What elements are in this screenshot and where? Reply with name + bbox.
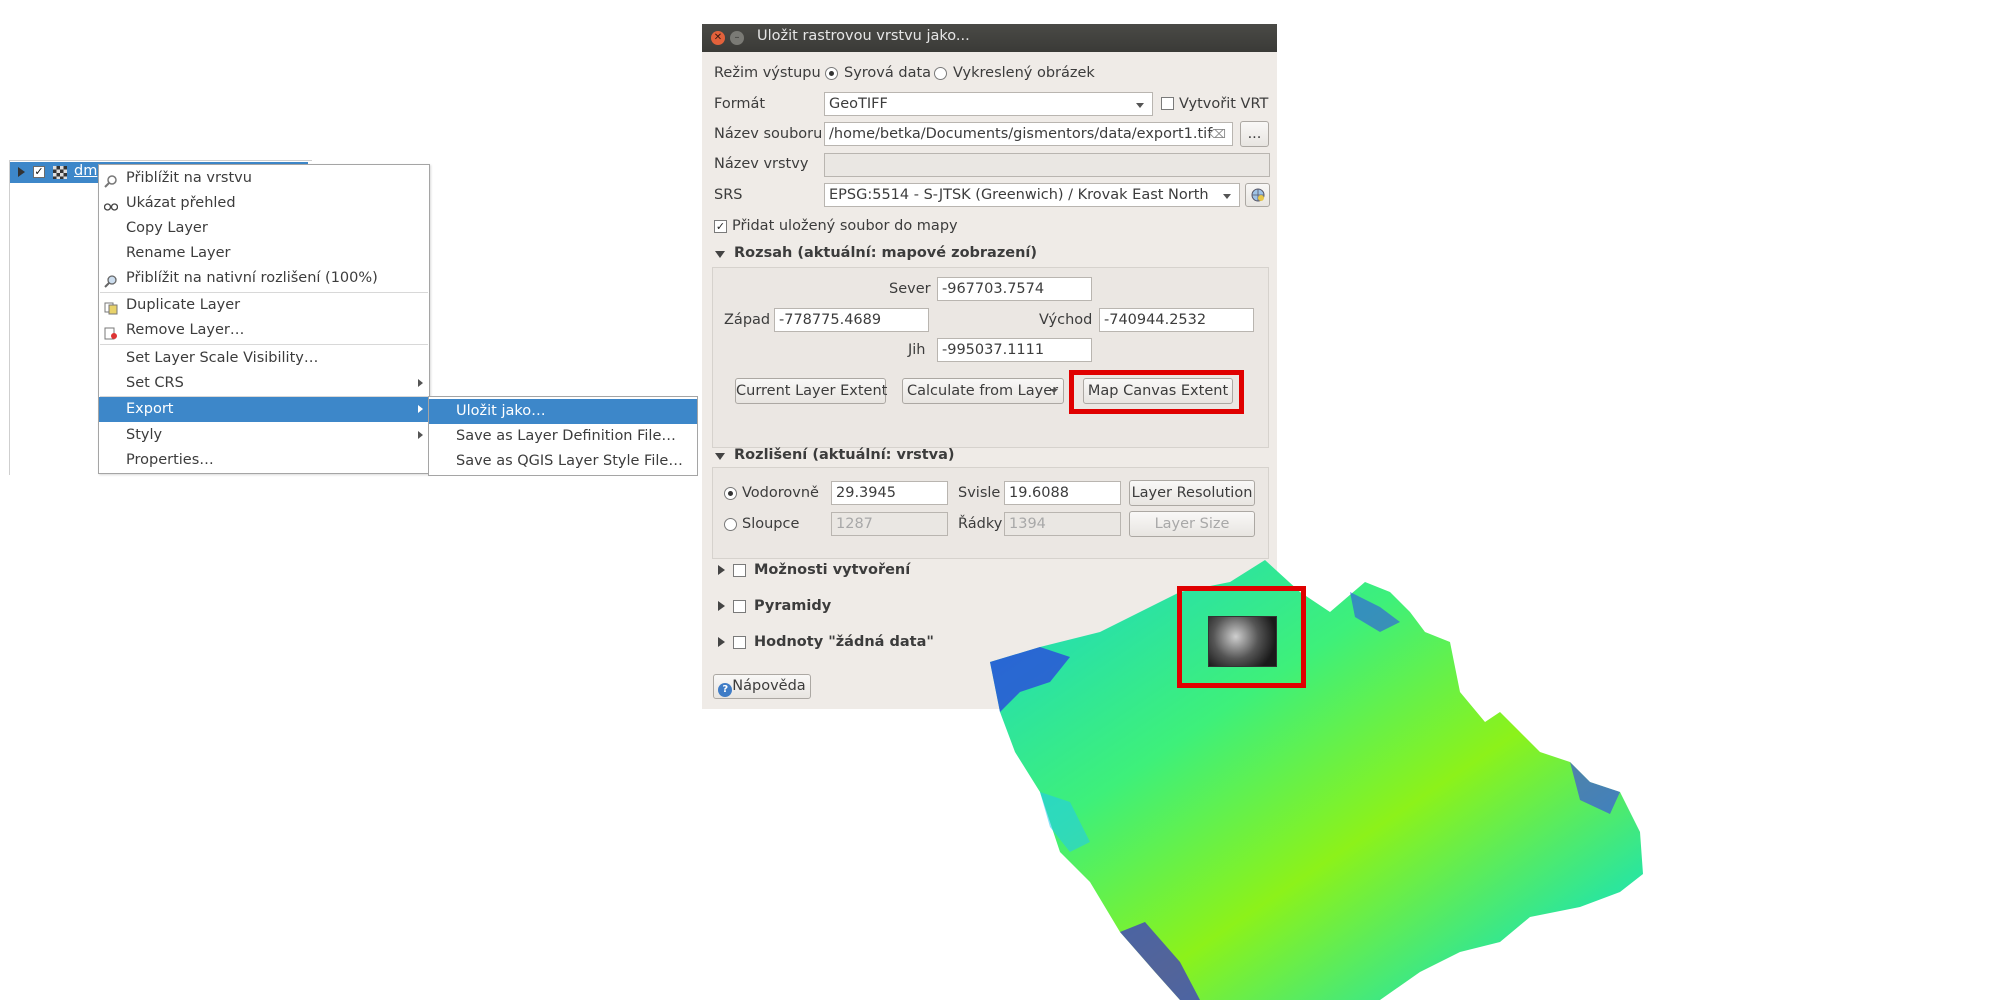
add-to-map-label: Přidat uložený soubor do mapy: [732, 218, 958, 234]
columns-label: Sloupce: [742, 516, 800, 532]
help-icon: ?: [718, 683, 733, 697]
elevation-raster-map: [990, 560, 1643, 1000]
menu-item-set-crs[interactable]: Set CRS: [99, 371, 429, 396]
collapse-arrow-icon[interactable]: [715, 251, 725, 258]
south-input[interactable]: -995037.1111: [937, 338, 1092, 362]
submenu-item-save-as[interactable]: Uložit jako…: [429, 399, 697, 424]
pyramids-header[interactable]: Pyramidy: [754, 598, 831, 614]
rendered-image-label: Vykreslený obrázek: [953, 65, 1095, 81]
horizontal-resolution-radio[interactable]: [724, 487, 737, 500]
layer-size-button[interactable]: Layer Size: [1129, 511, 1255, 537]
submenu-arrow-icon: [418, 431, 423, 439]
globe-icon: [1251, 188, 1264, 202]
menu-item-show-overview[interactable]: Ukázat přehled: [99, 191, 429, 216]
layer-name[interactable]: dm: [74, 163, 97, 179]
menu-item-properties[interactable]: Properties…: [99, 448, 429, 473]
south-label: Jih: [908, 342, 926, 358]
rows-label: Řádky: [958, 516, 1003, 532]
expand-arrow-icon[interactable]: [718, 637, 725, 647]
format-label: Formát: [714, 96, 766, 112]
chevron-down-icon: [1223, 194, 1231, 199]
no-data-values-header[interactable]: Hodnoty "žádná data": [754, 634, 934, 650]
add-to-map-checkbox[interactable]: ✓: [714, 220, 727, 233]
export-submenu: Uložit jako… Save as Layer Definition Fi…: [428, 396, 698, 476]
srs-select[interactable]: EPSG:5514 - S-JTSK (Greenwich) / Krovak …: [824, 183, 1240, 207]
menu-item-zoom-native[interactable]: Přiblížit na nativní rozlišení (100%): [99, 266, 429, 291]
crs-selector-button[interactable]: [1245, 183, 1270, 207]
west-label: Západ: [724, 312, 771, 328]
creation-options-checkbox[interactable]: [733, 564, 746, 577]
menu-separator: [100, 344, 428, 345]
menu-item-scale-visibility[interactable]: Set Layer Scale Visibility…: [99, 346, 429, 371]
rows-input[interactable]: 1394: [1004, 512, 1121, 536]
rendered-image-radio[interactable]: [934, 67, 947, 80]
vertical-resolution-input[interactable]: 19.6088: [1004, 481, 1121, 505]
chevron-down-icon: [1136, 103, 1144, 108]
menu-item-export[interactable]: Export: [99, 397, 429, 422]
menu-item-copy-layer[interactable]: Copy Layer: [99, 216, 429, 241]
no-data-checkbox[interactable]: [733, 636, 746, 649]
expand-arrow-icon[interactable]: [718, 565, 725, 575]
menu-item-zoom-to-layer[interactable]: Přiblížit na vrstvu: [99, 166, 429, 191]
raw-data-radio[interactable]: [825, 67, 838, 80]
clear-icon[interactable]: ⌫: [1209, 123, 1226, 145]
submenu-arrow-icon: [418, 379, 423, 387]
east-input[interactable]: -740944.2532: [1099, 308, 1254, 332]
vertical-label: Svisle: [958, 485, 1001, 501]
dialog-titlebar[interactable]: ✕ – Uložit rastrovou vrstvu jako...: [702, 24, 1277, 52]
north-label: Sever: [889, 281, 931, 297]
columns-input[interactable]: 1287: [831, 512, 948, 536]
menu-item-remove-layer[interactable]: Remove Layer…: [99, 318, 429, 343]
layer-context-menu: Přiblížit na vrstvu Ukázat přehled Copy …: [98, 164, 430, 474]
menu-item-styles[interactable]: Styly: [99, 423, 429, 448]
format-select[interactable]: GeoTIFF: [824, 92, 1153, 116]
zoom-native-icon: [104, 272, 118, 288]
horizontal-resolution-input[interactable]: 29.3945: [831, 481, 948, 505]
columns-radio[interactable]: [724, 518, 737, 531]
menu-item-rename-layer[interactable]: Rename Layer: [99, 241, 429, 266]
collapse-arrow-icon[interactable]: [715, 453, 725, 460]
map-canvas[interactable]: [980, 552, 1820, 1000]
chevron-down-icon: [1050, 389, 1058, 393]
close-icon[interactable]: ✕: [711, 31, 725, 45]
horizontal-label: Vodorovně: [742, 485, 819, 501]
exported-dem-raster: [1208, 616, 1277, 667]
duplicate-icon: [104, 299, 118, 315]
layer-name-label: Název vrstvy: [714, 156, 809, 172]
zoom-icon: [104, 172, 118, 188]
browse-button[interactable]: ...: [1240, 121, 1269, 147]
extent-section-header[interactable]: Rozsah (aktuální: mapové zobrazení): [734, 245, 1037, 261]
annotation-highlight-box: [1069, 370, 1244, 414]
minimize-icon[interactable]: –: [730, 31, 744, 45]
pyramids-checkbox[interactable]: [733, 600, 746, 613]
expand-arrow-icon[interactable]: [18, 167, 25, 177]
expand-arrow-icon[interactable]: [718, 601, 725, 611]
filename-input[interactable]: /home/betka/Documents/gismentors/data/ex…: [824, 122, 1233, 146]
creation-options-header[interactable]: Možnosti vytvoření: [754, 562, 910, 578]
overview-icon: [103, 197, 119, 211]
submenu-item-save-style-file[interactable]: Save as QGIS Layer Style File…: [429, 449, 697, 474]
west-input[interactable]: -778775.4689: [774, 308, 929, 332]
layer-name-input[interactable]: [824, 153, 1270, 177]
submenu-arrow-icon: [418, 405, 423, 413]
create-vrt-label: Vytvořit VRT: [1179, 96, 1269, 112]
dialog-title: Uložit rastrovou vrstvu jako...: [757, 28, 970, 44]
remove-icon: [104, 324, 118, 340]
layer-visibility-checkbox[interactable]: ✓: [33, 166, 45, 178]
help-button[interactable]: ? Nápověda: [713, 674, 811, 699]
current-layer-extent-button[interactable]: Current Layer Extent: [735, 378, 887, 404]
create-vrt-checkbox[interactable]: [1161, 97, 1174, 110]
east-label: Východ: [1039, 312, 1093, 328]
north-input[interactable]: -967703.7574: [937, 277, 1092, 301]
raster-layer-icon: [53, 166, 67, 179]
calculate-from-layer-button[interactable]: Calculate from Layer: [902, 378, 1064, 404]
resolution-section-header[interactable]: Rozlišení (aktuální: vrstva): [734, 447, 955, 463]
filename-label: Název souboru: [714, 126, 823, 142]
output-mode-label: Režim výstupu: [714, 65, 821, 81]
raw-data-label: Syrová data: [844, 65, 932, 81]
submenu-item-save-layer-definition[interactable]: Save as Layer Definition File…: [429, 424, 697, 449]
layer-resolution-button[interactable]: Layer Resolution: [1129, 480, 1255, 506]
menu-item-duplicate-layer[interactable]: Duplicate Layer: [99, 293, 429, 318]
srs-label: SRS: [714, 187, 743, 203]
